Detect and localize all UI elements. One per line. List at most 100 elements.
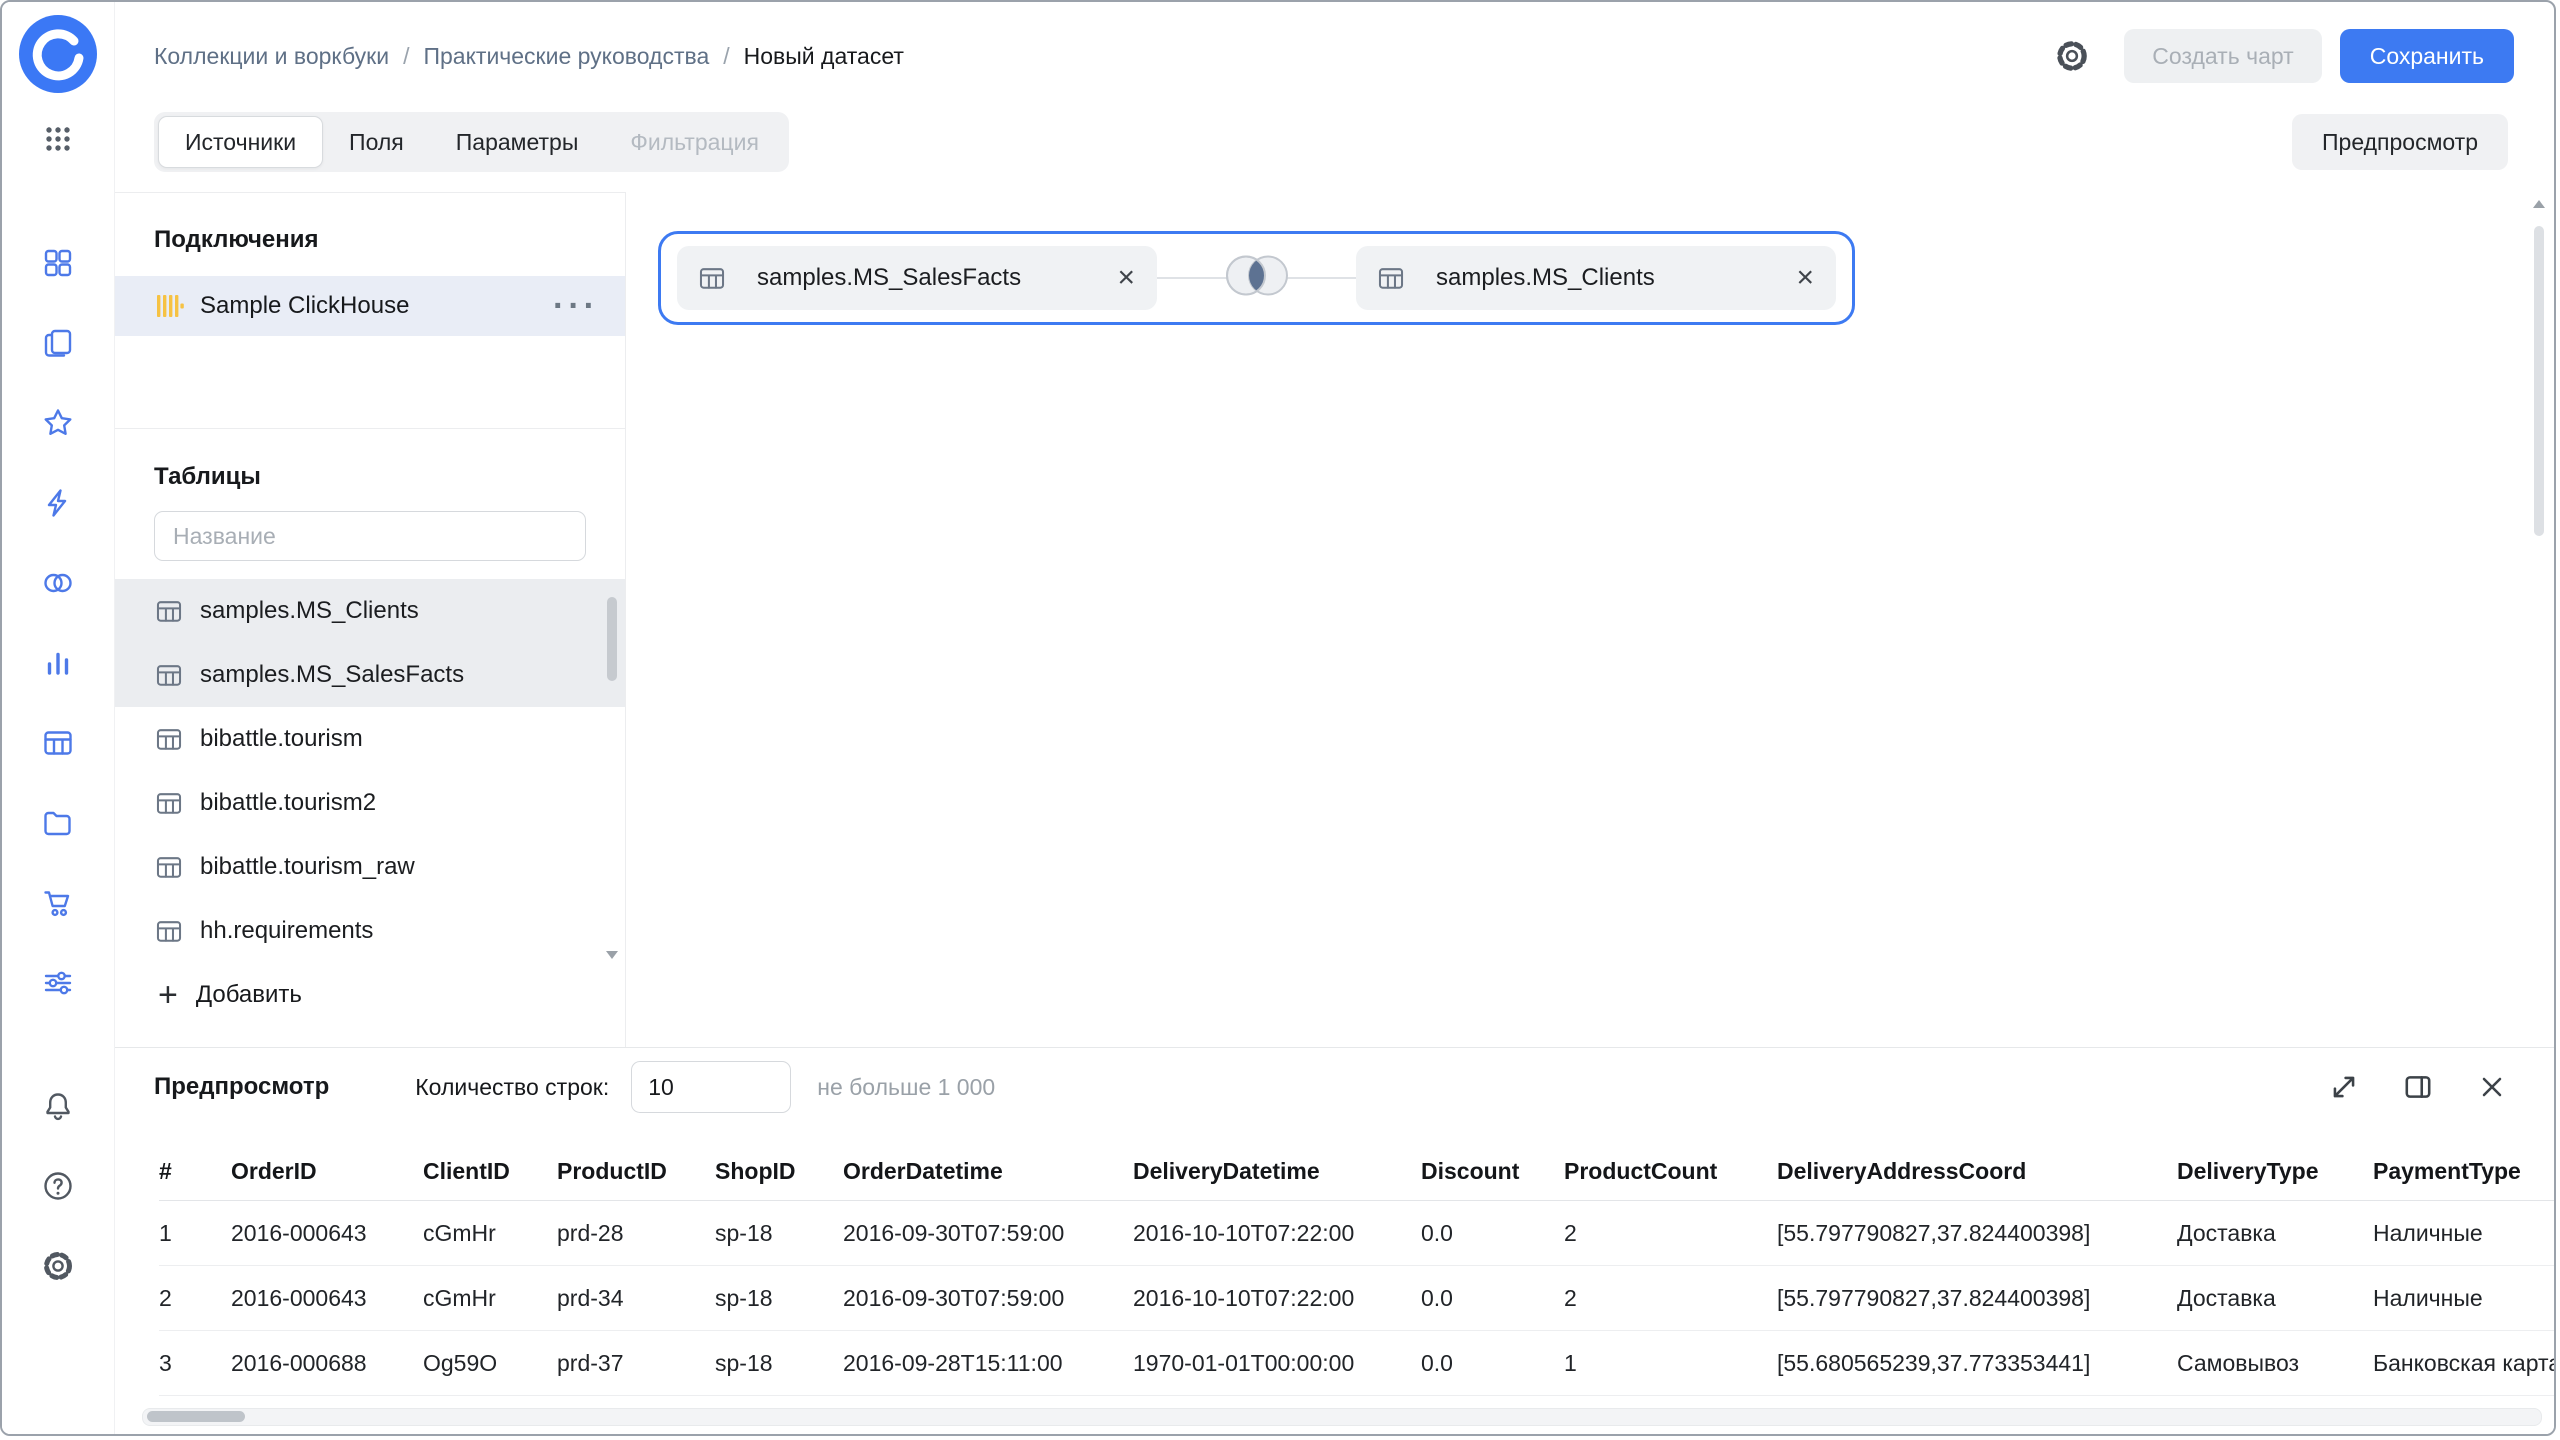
table-name: samples.MS_Clients (200, 597, 419, 625)
table-cell: 1 (1564, 1350, 1777, 1377)
table-cell: Самовывоз (2177, 1350, 2373, 1377)
left-rail (2, 2, 115, 1434)
source-table-chip-clients[interactable]: samples.MS_Clients × (1356, 246, 1836, 310)
column-header: OrderDatetime (843, 1158, 1133, 1185)
horizontal-scrollbar[interactable] (142, 1408, 2542, 1426)
table-cell: 2 (1564, 1220, 1777, 1247)
table-cell: 2016-09-30T07:59:00 (843, 1285, 1133, 1312)
plus-icon: + (158, 978, 178, 1012)
table-cell: sp-18 (715, 1350, 843, 1377)
panel-divider (114, 428, 625, 429)
table-cell: prd-28 (557, 1220, 715, 1247)
sources-left-panel: Подключения Sample ClickHouse ··· Таблиц… (114, 192, 626, 1047)
table-list-item[interactable]: bibattle.tourism_raw (114, 835, 625, 899)
table-name: bibattle.tourism (200, 725, 363, 753)
dashboards-icon[interactable] (41, 246, 75, 280)
add-table-button[interactable]: + Добавить (114, 975, 625, 1015)
apps-grid-icon[interactable] (41, 122, 75, 156)
table-cell: prd-37 (557, 1350, 715, 1377)
column-header: Discount (1421, 1158, 1564, 1185)
topbar: Коллекции и воркбуки / Практические руко… (114, 2, 2554, 110)
table-icon (154, 788, 184, 818)
table-icon (154, 660, 184, 690)
table-cell: 1970-01-01T00:00:00 (1133, 1350, 1421, 1377)
dataset-settings-gear-icon[interactable] (2050, 34, 2094, 78)
marketplace-cart-icon[interactable] (41, 886, 75, 920)
save-button[interactable]: Сохранить (2340, 29, 2514, 83)
table-list-item[interactable]: samples.MS_Clients (114, 579, 625, 643)
table-name: samples.MS_SalesFacts (200, 661, 464, 689)
canvas-scrollbar[interactable] (2532, 200, 2546, 1040)
charts-bars-icon[interactable] (41, 646, 75, 680)
preview-table-header: #OrderIDClientIDProductIDShopIDOrderDate… (159, 1142, 2554, 1201)
datalens-logo-icon[interactable] (19, 15, 97, 93)
rows-count-label: Количество строк: (415, 1074, 609, 1101)
table-cell: Наличные (2373, 1285, 2554, 1312)
column-header: ProductID (557, 1158, 715, 1185)
chip-table-name: samples.MS_Clients (1436, 264, 1655, 292)
column-header: ClientID (423, 1158, 557, 1185)
scrollbar-up-arrow-icon[interactable] (2533, 200, 2545, 208)
storage-folder-icon[interactable] (41, 806, 75, 840)
breadcrumb-separator: / (403, 43, 409, 70)
create-chart-button[interactable]: Создать чарт (2124, 29, 2321, 83)
table-cell: cGmHr (423, 1220, 557, 1247)
table-row: 22016-000643cGmHrprd-34sp-182016-09-30T0… (159, 1266, 2554, 1331)
table-list-item[interactable]: bibattle.tourism (114, 707, 625, 771)
close-preview-icon[interactable] (2472, 1067, 2512, 1107)
datasets-circles-icon[interactable] (41, 566, 75, 600)
tab-sources[interactable]: Источники (158, 116, 323, 168)
table-icon (154, 916, 184, 946)
column-header: DeliveryDatetime (1133, 1158, 1421, 1185)
table-list-item[interactable]: samples.MS_SalesFacts (114, 643, 625, 707)
remove-table-icon[interactable]: × (1794, 263, 1816, 293)
join-group: samples.MS_SalesFacts × samples.MS_Clien… (658, 231, 1855, 325)
table-search-input[interactable] (154, 511, 586, 561)
tab-parameters[interactable]: Параметры (430, 116, 605, 168)
column-header: DeliveryAddressCoord (1777, 1158, 2177, 1185)
column-header: DeliveryType (2177, 1158, 2373, 1185)
table-cell: 2016-000643 (231, 1220, 423, 1247)
rows-count-input[interactable] (631, 1061, 791, 1113)
table-icon (154, 596, 184, 626)
services-sliders-icon[interactable] (41, 966, 75, 1000)
scrollbar-thumb[interactable] (2534, 226, 2544, 536)
notifications-bell-icon[interactable] (41, 1089, 75, 1123)
table-cell: 2 (1564, 1285, 1777, 1312)
table-cell: 0.0 (1421, 1285, 1564, 1312)
connection-item[interactable]: Sample ClickHouse ··· (114, 276, 625, 336)
table-cell: [55.680565239,37.773353441] (1777, 1350, 2177, 1377)
table-row: 32016-000688Og59Oprd-37sp-182016-09-28T1… (159, 1331, 2554, 1396)
inner-join-venn-icon[interactable] (1215, 253, 1299, 304)
table-icon (697, 263, 727, 293)
breadcrumb-guides[interactable]: Практические руководства (423, 43, 709, 70)
table-icon (1376, 263, 1406, 293)
table-cell: 2016-000643 (231, 1285, 423, 1312)
scrollbar-down-arrow-icon[interactable] (606, 951, 618, 959)
tables-scrollbar[interactable] (605, 589, 619, 973)
tab-fields[interactable]: Поля (323, 116, 430, 168)
settings-gear-icon[interactable] (41, 1249, 75, 1283)
expand-preview-icon[interactable] (2324, 1067, 2364, 1107)
scrollbar-thumb[interactable] (147, 1411, 245, 1422)
tab-filtering[interactable]: Фильтрация (604, 116, 785, 168)
preview-toggle-button[interactable]: Предпросмотр (2292, 114, 2508, 170)
tables-grid-icon[interactable] (41, 726, 75, 760)
workbooks-icon[interactable] (41, 326, 75, 360)
help-icon[interactable] (41, 1169, 75, 1203)
breadcrumb-collections[interactable]: Коллекции и воркбуки (154, 43, 389, 70)
favorites-star-icon[interactable] (41, 406, 75, 440)
table-cell: 3 (159, 1350, 231, 1377)
scrollbar-thumb[interactable] (607, 597, 617, 681)
table-list-item[interactable]: hh.requirements (114, 899, 625, 963)
remove-table-icon[interactable]: × (1115, 263, 1137, 293)
chip-table-name: samples.MS_SalesFacts (757, 264, 1021, 292)
connection-menu-icon[interactable]: ··· (553, 296, 599, 316)
column-header: PaymentType (2373, 1158, 2554, 1185)
side-panel-icon[interactable] (2398, 1067, 2438, 1107)
connections-lightning-icon[interactable] (41, 486, 75, 520)
source-table-chip-salesfacts[interactable]: samples.MS_SalesFacts × (677, 246, 1157, 310)
clickhouse-icon (154, 291, 184, 321)
preview-table-body: 12016-000643cGmHrprd-28sp-182016-09-30T0… (159, 1201, 2554, 1396)
table-list-item[interactable]: bibattle.tourism2 (114, 771, 625, 835)
